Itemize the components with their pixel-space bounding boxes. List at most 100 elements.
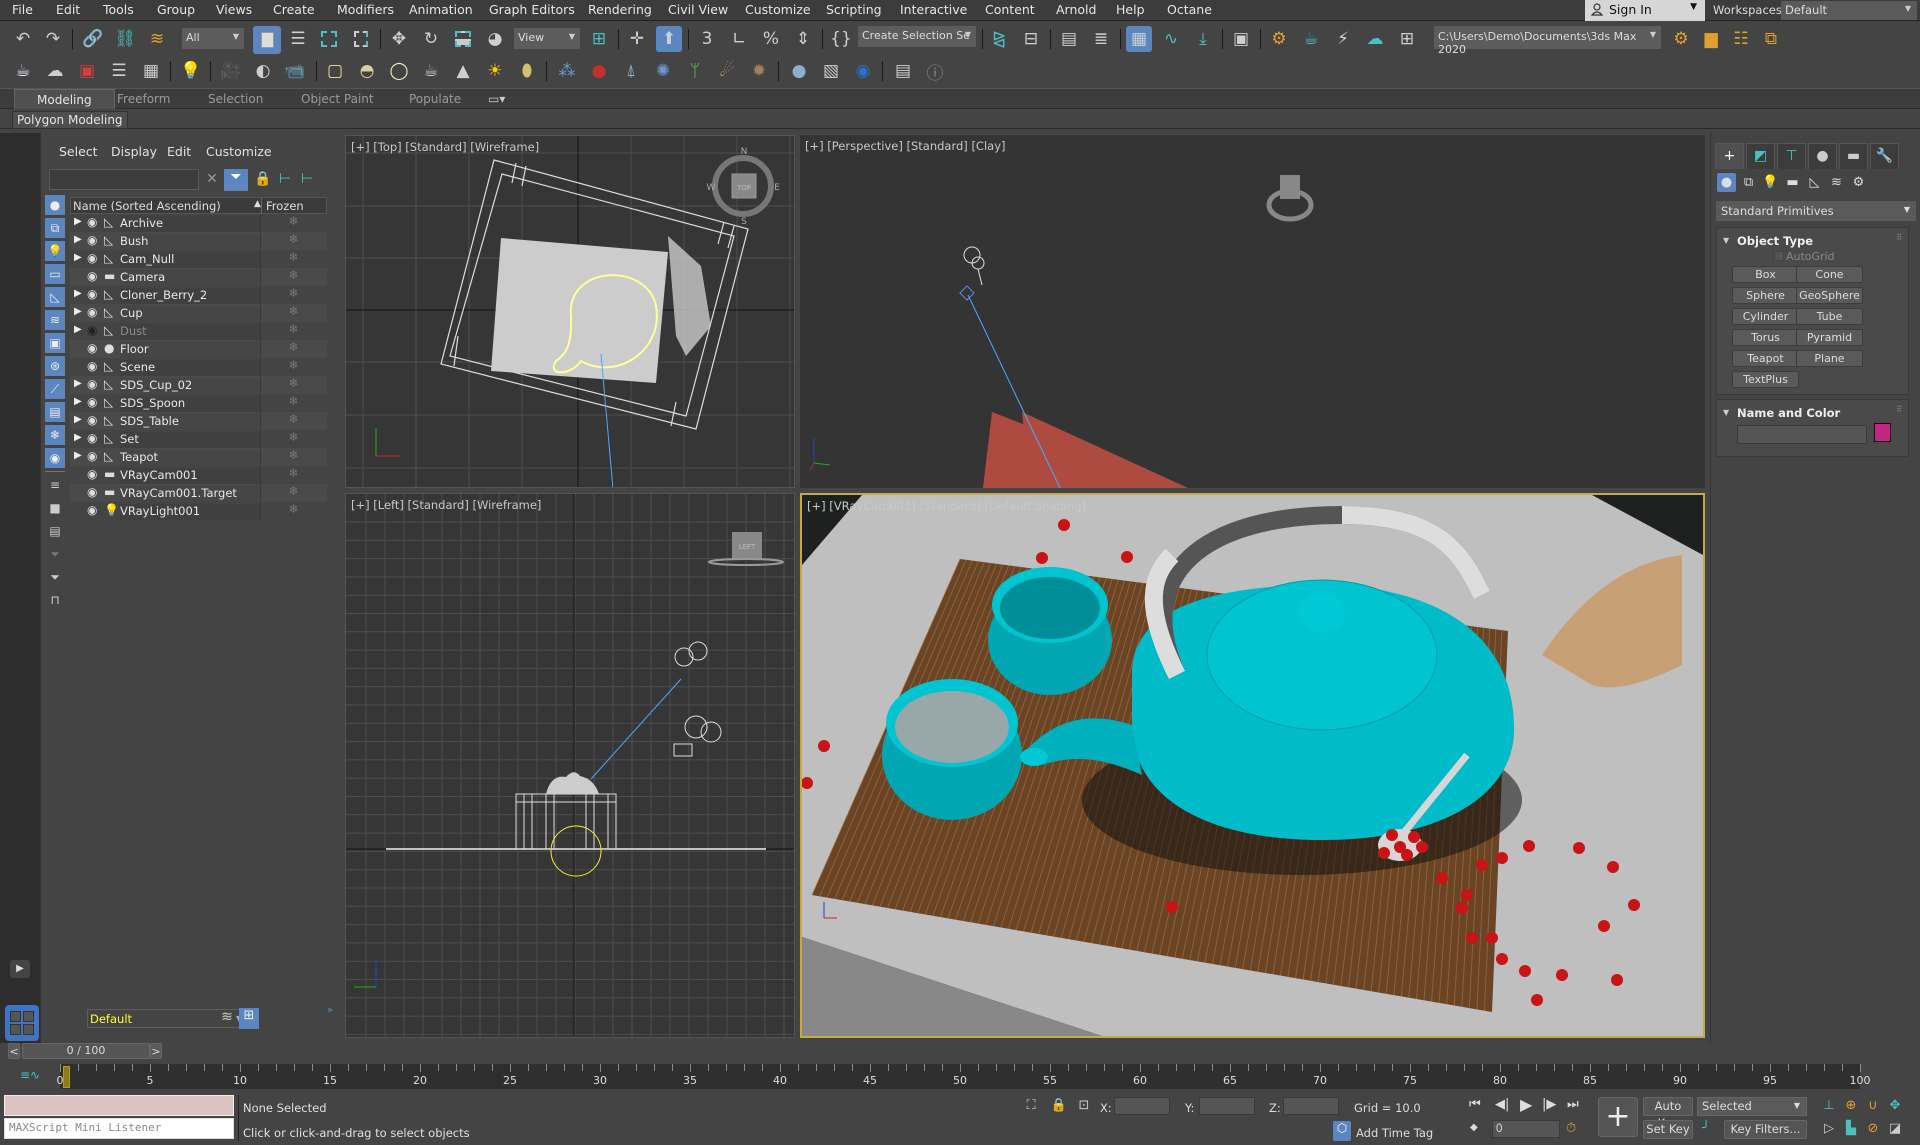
ref-coord-dropdown[interactable]: View ▼ xyxy=(514,28,580,49)
ribbon-tab-modeling[interactable]: Modeling xyxy=(14,89,115,110)
object-name[interactable]: VRayLight001 xyxy=(120,504,260,520)
z-coord-input[interactable] xyxy=(1283,1097,1339,1115)
explorer-row[interactable]: ◉ ▬ Camera ❄ xyxy=(70,268,327,286)
primitive-button-sphere[interactable]: Sphere xyxy=(1732,287,1799,304)
expand-layout-tab-button[interactable]: ▶ xyxy=(10,960,30,978)
display-hidden-icon[interactable]: ◉ xyxy=(45,448,65,468)
menu-views[interactable]: Views xyxy=(216,2,252,17)
lights-icon[interactable]: 💡 xyxy=(1761,173,1780,192)
filter-icon[interactable]: ⏷ xyxy=(224,169,248,191)
zoom-extents-icon[interactable]: ⊥ xyxy=(1820,1098,1838,1116)
expand-arrow-icon[interactable]: ▶ xyxy=(74,306,82,317)
render-frame-icon[interactable]: ▣ xyxy=(74,58,100,84)
expand-arrow-icon[interactable]: ▶ xyxy=(74,288,82,299)
keyboard-shortcut-toggle-icon[interactable]: ⬆ xyxy=(656,26,682,52)
explorer-row[interactable]: ▶ ◉ ◺ Archive ❄ xyxy=(70,214,327,232)
menu-edit[interactable]: Edit xyxy=(56,2,80,17)
collapse-icon[interactable]: ▼ xyxy=(1723,236,1729,245)
camera-icon[interactable]: 🎥 xyxy=(218,58,244,84)
visibility-eye-icon[interactable]: ◉ xyxy=(87,305,97,319)
percent-snap-icon[interactable]: % xyxy=(758,26,784,52)
visibility-eye-icon[interactable]: ◉ xyxy=(87,359,97,373)
expand-panel-icon[interactable]: » xyxy=(327,1005,333,1016)
menu-help[interactable]: Help xyxy=(1116,2,1145,17)
key-mode-dropdown[interactable]: Selected ▼ xyxy=(1697,1097,1807,1116)
clear-search-icon[interactable]: ✕ xyxy=(202,171,222,191)
object-name[interactable]: SDS_Table xyxy=(120,414,260,430)
modify-icon[interactable]: ◩ xyxy=(1746,143,1775,169)
time-tag-icon[interactable]: ⬡ xyxy=(1333,1121,1351,1141)
toggle-ribbon-icon[interactable]: ▦ xyxy=(1126,26,1152,52)
fur-icon[interactable]: ● xyxy=(586,58,612,84)
select-manipulate-icon[interactable]: ✛ xyxy=(624,26,650,52)
vray-scene-icon[interactable]: ◉ xyxy=(850,58,876,84)
trackbar[interactable]: 0 5 10 15 20 25 30 35 40 45 50 55 60 65 70 75 80 85 90 95 10… xyxy=(57,1064,1871,1089)
isolate-selection-icon[interactable]: ⛶ xyxy=(1022,1098,1040,1116)
frozen-toggle-icon[interactable]: ❄ xyxy=(260,466,326,484)
menu-scripting[interactable]: Scripting xyxy=(826,2,882,17)
explorer-row[interactable]: ▶ ◉ ◺ SDS_Table ❄ xyxy=(70,412,327,430)
spacewarps-icon[interactable]: ≋ xyxy=(1827,173,1846,192)
object-name[interactable]: Cup xyxy=(120,306,260,322)
teapot-icon[interactable]: ☕ xyxy=(10,58,36,84)
viewport-layout-button[interactable] xyxy=(5,1005,39,1041)
select-by-name-icon[interactable]: ☰ xyxy=(285,26,311,52)
add-time-tag-label[interactable]: Add Time Tag xyxy=(1356,1126,1433,1140)
go-to-start-icon[interactable]: ⏮ xyxy=(1469,1097,1481,1112)
clipper-icon[interactable]: ✺ xyxy=(650,58,676,84)
prev-frame-button[interactable]: < xyxy=(8,1043,20,1059)
explorer-row[interactable]: ◉ ● Floor ❄ xyxy=(70,340,327,358)
viewport-label[interactable]: [+] [VRayCam001] [Standard] [Default Sha… xyxy=(807,499,1086,513)
expand-arrow-icon[interactable]: ▶ xyxy=(74,378,82,389)
pivot-center-icon[interactable]: ⊞ xyxy=(586,26,612,52)
expand-arrow-icon[interactable]: ▶ xyxy=(74,252,82,263)
menu-animation[interactable]: Animation xyxy=(409,2,473,17)
frozen-toggle-icon[interactable]: ❄ xyxy=(260,304,326,322)
menu-content[interactable]: Content xyxy=(985,2,1035,17)
select-place-icon[interactable]: ◕ xyxy=(482,26,508,52)
geometry-icon[interactable]: ● xyxy=(1717,173,1736,192)
material-editor-icon[interactable]: ▣ xyxy=(1228,26,1254,52)
edit-named-selection-icon[interactable]: {} xyxy=(828,26,854,52)
object-name[interactable]: Camera xyxy=(120,270,260,286)
prev-key-icon[interactable]: ◀| xyxy=(1495,1097,1509,1112)
menu-octane[interactable]: Octane xyxy=(1167,2,1212,17)
column-name-header[interactable]: Name (Sorted Ascending) xyxy=(73,199,221,213)
menu-interactive[interactable]: Interactive xyxy=(900,2,967,17)
time-slider[interactable]: 0 / 100 xyxy=(22,1043,150,1059)
display-all-icon[interactable]: ≡ xyxy=(45,475,65,495)
display-lights-icon[interactable]: 💡 xyxy=(45,241,65,261)
containers-icon[interactable]: ⊓ xyxy=(45,590,65,610)
explorer-row[interactable]: ▶ ◉ ◺ Dust ❄ xyxy=(70,322,327,340)
object-name[interactable]: Archive xyxy=(120,216,260,232)
selection-lock-icon[interactable]: 🔒 xyxy=(1050,1098,1068,1116)
viewport-label[interactable]: [+] [Left] [Standard] [Wireframe] xyxy=(351,498,541,512)
viewport-label[interactable]: [+] [Top] [Standard] [Wireframe] xyxy=(351,140,539,154)
grass-icon[interactable]: ᛘ xyxy=(682,58,708,84)
window-crossing-icon[interactable] xyxy=(348,26,374,52)
display-none-icon[interactable]: ■ xyxy=(45,498,65,518)
menu-civil-view[interactable]: Civil View xyxy=(668,2,728,17)
layer-manager-icon[interactable]: ☰ xyxy=(106,58,132,84)
display-icon[interactable]: ▬ xyxy=(1839,143,1868,169)
ribbon-tab-selection[interactable]: Selection xyxy=(208,92,263,106)
object-name[interactable]: Set xyxy=(120,432,260,448)
project-folder-icon[interactable]: ▆ xyxy=(1698,26,1724,52)
explorer-row[interactable]: ▶ ◉ ◺ Cam_Null ❄ xyxy=(70,250,327,268)
visibility-eye-icon[interactable]: ◉ xyxy=(87,215,97,229)
display-shapes-icon[interactable]: ⧉ xyxy=(45,218,65,238)
bind-space-warp-icon[interactable]: ≋ xyxy=(144,26,170,52)
frozen-toggle-icon[interactable]: ❄ xyxy=(260,412,326,430)
select-object-icon[interactable] xyxy=(253,26,281,54)
primitive-category-dropdown[interactable]: Standard Primitives ▼ xyxy=(1716,201,1916,221)
primitive-button-geosphere[interactable]: GeoSphere xyxy=(1796,287,1863,304)
frozen-toggle-icon[interactable]: ❄ xyxy=(260,376,326,394)
render-setup-icon[interactable]: ⚙ xyxy=(1266,26,1292,52)
viewport-label[interactable]: [+] [Perspective] [Standard] [Clay] xyxy=(805,139,1006,153)
y-coord-input[interactable] xyxy=(1199,1097,1255,1115)
frozen-toggle-icon[interactable]: ❄ xyxy=(260,322,326,340)
display-xrefs-icon[interactable]: ⊛ xyxy=(45,356,65,376)
frozen-toggle-icon[interactable]: ❄ xyxy=(260,448,326,466)
ribbon-tab-freeform[interactable]: Freeform xyxy=(117,92,170,106)
expand-arrow-icon[interactable]: ▶ xyxy=(74,432,82,443)
